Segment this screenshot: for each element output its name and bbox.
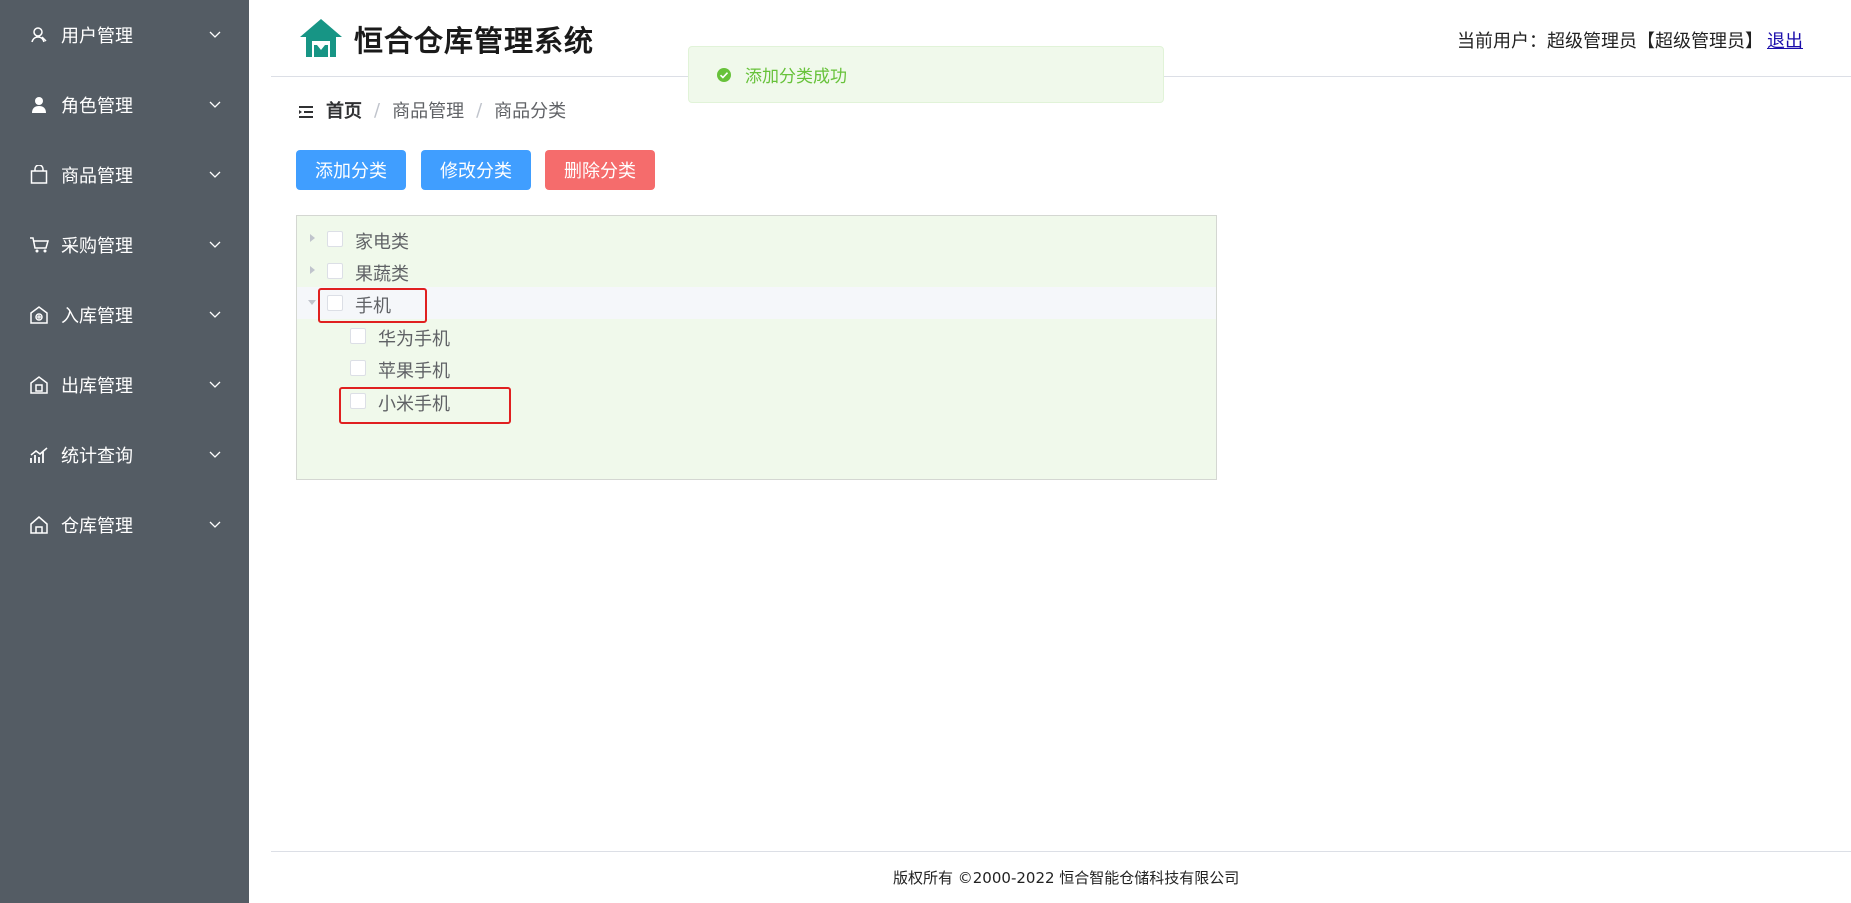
highlight-box-xiaomi (339, 387, 511, 424)
expand-arrow-icon[interactable] (310, 266, 315, 274)
chevron-down-icon (209, 239, 221, 251)
sidebar-item-label: 仓库管理 (61, 516, 133, 537)
sidebar-item-users[interactable]: 用户管理 (0, 0, 249, 70)
tree-node-label: 苹果手机 (378, 361, 450, 382)
warehouse-icon (29, 515, 49, 535)
sidebar-item-label: 出库管理 (61, 376, 133, 397)
tree-node-appliances[interactable]: 家电类 (297, 223, 1216, 255)
sidebar-item-label: 入库管理 (61, 306, 133, 327)
chart-icon (29, 445, 49, 465)
sidebar-item-label: 用户管理 (61, 26, 133, 47)
chevron-down-icon (209, 519, 221, 531)
sidebar-item-roles[interactable]: 角色管理 (0, 70, 249, 140)
sidebar-item-stock-out[interactable]: 出库管理 (0, 350, 249, 420)
tree-checkbox[interactable] (327, 263, 343, 279)
sidebar: 用户管理 角色管理 商品管理 采购管理 入库管理 出库管理 统计查询 仓库管理 (0, 0, 249, 903)
tree-checkbox[interactable] (327, 231, 343, 247)
chevron-down-icon (209, 449, 221, 461)
expand-arrow-icon[interactable] (310, 234, 315, 242)
user-icon (29, 25, 49, 45)
sidebar-item-stock-in[interactable]: 入库管理 (0, 280, 249, 350)
tree-node-huawei-phones[interactable]: 华为手机 (297, 320, 1216, 352)
add-category-button[interactable]: 添加分类 (296, 150, 406, 190)
sidebar-item-warehouse[interactable]: 仓库管理 (0, 490, 249, 560)
sidebar-item-statistics[interactable]: 统计查询 (0, 420, 249, 490)
breadcrumb-goods-category: 商品分类 (494, 101, 567, 122)
footer-copyright: 版权所有 ©2000-2022 恒合智能仓储科技有限公司 (893, 869, 1240, 887)
sidebar-item-label: 统计查询 (61, 446, 133, 467)
current-user-info: 当前用户：超级管理员【超级管理员】 (1457, 31, 1763, 52)
breadcrumb: 首页 / 商品管理 / 商品分类 (298, 98, 566, 122)
breadcrumb-separator: / (476, 99, 483, 121)
sidebar-item-label: 采购管理 (61, 236, 133, 257)
tree-node-label: 华为手机 (378, 329, 450, 350)
highlight-box-phones (318, 288, 427, 323)
role-icon (29, 95, 49, 115)
chevron-down-icon (209, 29, 221, 41)
footer-divider (271, 851, 1851, 852)
tree-node-label: 果蔬类 (355, 264, 409, 285)
logo-house-icon (298, 17, 344, 59)
sidebar-item-goods[interactable]: 商品管理 (0, 140, 249, 210)
collapse-arrow-icon[interactable] (308, 300, 316, 305)
success-toast: 添加分类成功 (688, 46, 1164, 103)
sidebar-item-label: 商品管理 (61, 166, 133, 187)
delete-category-button[interactable]: 删除分类 (545, 150, 655, 190)
chevron-down-icon (209, 379, 221, 391)
menu-toggle-icon[interactable] (298, 103, 314, 118)
chevron-down-icon (209, 99, 221, 111)
system-title: 恒合仓库管理系统 (354, 24, 595, 58)
tree-node-fruits-vegetables[interactable]: 果蔬类 (297, 255, 1216, 287)
tree-checkbox[interactable] (350, 328, 366, 344)
bag-icon (29, 165, 49, 185)
stock-out-icon (29, 375, 49, 395)
logout-link[interactable]: 退出 (1767, 27, 1803, 53)
sidebar-item-label: 角色管理 (61, 96, 133, 117)
breadcrumb-goods-management: 商品管理 (392, 101, 465, 122)
toast-message: 添加分类成功 (745, 67, 847, 87)
category-tree: 家电类 果蔬类 手机 华为手机 苹果手机 小米手机 (296, 215, 1217, 480)
tree-checkbox[interactable] (350, 360, 366, 376)
stock-in-icon (29, 305, 49, 325)
success-check-icon (716, 67, 732, 83)
tree-node-phones[interactable]: 手机 (297, 287, 1216, 319)
breadcrumb-separator: / (374, 99, 381, 121)
tree-node-apple-phones[interactable]: 苹果手机 (297, 352, 1216, 384)
cart-icon (29, 235, 49, 255)
sidebar-item-purchase[interactable]: 采购管理 (0, 210, 249, 280)
breadcrumb-home[interactable]: 首页 (326, 97, 362, 123)
chevron-down-icon (209, 169, 221, 181)
edit-category-button[interactable]: 修改分类 (421, 150, 531, 190)
tree-node-label: 家电类 (355, 232, 409, 253)
chevron-down-icon (209, 309, 221, 321)
